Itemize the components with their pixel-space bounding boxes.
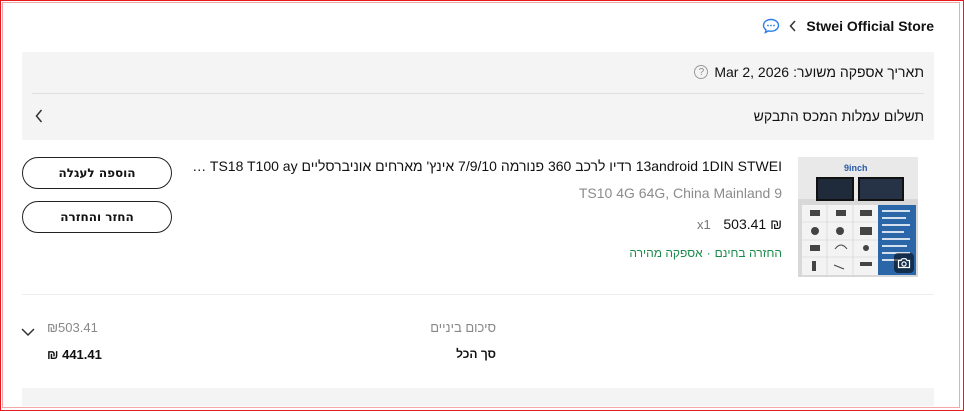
delivery-estimate: תאריך אספקה משוער: Mar 2, 2026 ? [694, 64, 924, 80]
product-quantity: x1 [697, 217, 711, 232]
total-value: ₪ 441.41 [47, 347, 102, 362]
product-image-screen [816, 177, 854, 201]
product-variant: 9 TS10 4G 64G, China Mainland [578, 185, 782, 201]
order-info-box: תאריך אספקה משוער: Mar 2, 2026 ? תשלום ע… [22, 52, 934, 140]
subtotal-label: סיכום ביניים [430, 320, 496, 335]
divider [32, 93, 924, 94]
total-label: סך הכל [456, 347, 496, 361]
fast-shipping-tag: אספקה מהירה [629, 246, 703, 260]
delivery-date: Mar 2, 2026 [714, 64, 790, 80]
product-image-accessories [802, 205, 878, 275]
delivery-label: תאריך אספקה משוער: [793, 64, 924, 80]
product-price: 503.41 ₪ [723, 216, 782, 232]
product-image-screen [858, 177, 904, 201]
chevron-left-icon[interactable] [788, 19, 798, 33]
next-section-band [22, 388, 934, 406]
divider [22, 294, 934, 295]
chevron-down-icon[interactable] [20, 324, 36, 337]
tag-separator: · [706, 246, 711, 260]
store-header[interactable]: Stwei Official Store [762, 18, 934, 34]
store-name[interactable]: Stwei Official Store [806, 18, 934, 34]
product-tags: החזרה בחינם · אספקה מהירה [629, 246, 782, 260]
product-title[interactable]: 13android 1DIN STWEI רדיו לרכב 360 פנורמ… [186, 158, 782, 174]
free-return-tag: החזרה בחינם [714, 246, 782, 260]
product-image-label: 9inch [844, 163, 868, 173]
camera-icon[interactable] [894, 253, 914, 273]
chevron-left-icon[interactable] [34, 108, 44, 124]
subtotal-value: ₪503.41 [47, 320, 98, 335]
product-image[interactable]: 9inch [798, 157, 918, 277]
customs-fee-row[interactable]: תשלום עמלות המכס התבקש [754, 108, 924, 124]
return-refund-button[interactable]: החזר והחזרה [22, 201, 172, 233]
question-circle-icon[interactable]: ? [694, 65, 709, 79]
chat-bubble-icon[interactable] [762, 18, 780, 34]
add-to-cart-button[interactable]: הוספה לעגלה [22, 157, 172, 189]
